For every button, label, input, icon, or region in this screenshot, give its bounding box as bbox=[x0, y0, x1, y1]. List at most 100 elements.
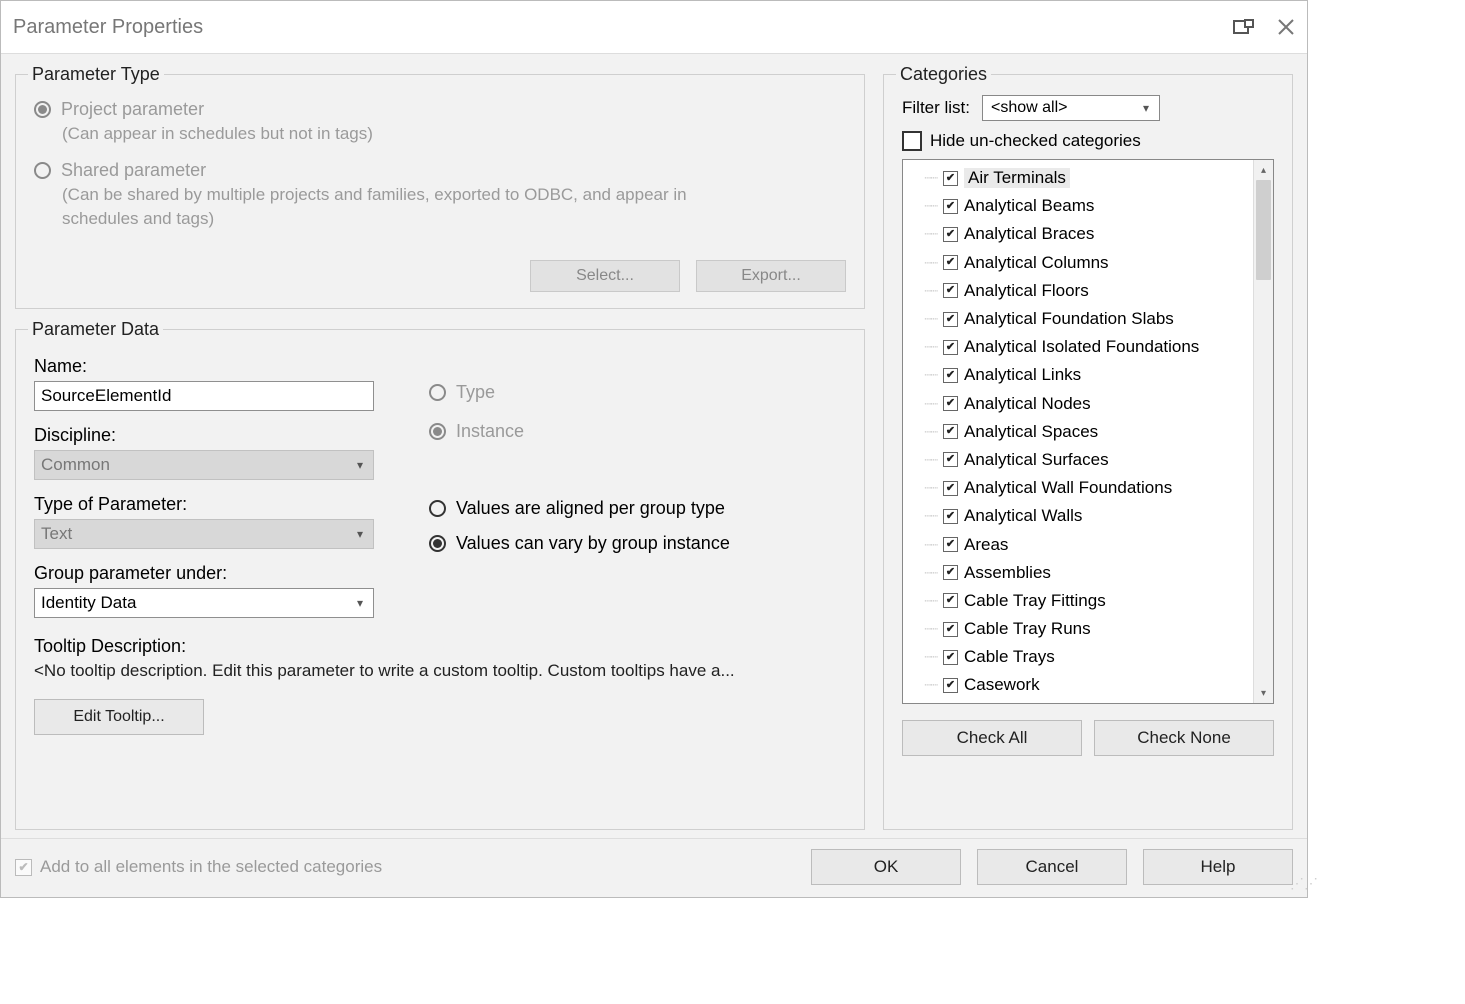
tooltip-label: Tooltip Description: bbox=[34, 636, 846, 657]
dialog-footer: Add to all elements in the selected cate… bbox=[1, 839, 1307, 897]
cancel-button[interactable]: Cancel bbox=[977, 849, 1127, 885]
category-item[interactable]: Air Terminals bbox=[905, 164, 1253, 192]
category-item[interactable]: Analytical Foundation Slabs bbox=[905, 305, 1253, 333]
category-checkbox[interactable] bbox=[943, 622, 958, 637]
discipline-value: Common bbox=[41, 455, 110, 475]
category-checkbox[interactable] bbox=[943, 396, 958, 411]
radio-label: Shared parameter bbox=[61, 160, 206, 181]
help-context-icon[interactable] bbox=[1233, 18, 1255, 36]
scroll-thumb[interactable] bbox=[1256, 180, 1271, 280]
category-label: Analytical Nodes bbox=[964, 394, 1091, 414]
left-pane: Parameter Type Project parameter (Can ap… bbox=[15, 64, 865, 830]
radio-icon bbox=[429, 423, 446, 440]
param-data-left-col: Name: Discipline: Common ▾ Type of Param… bbox=[34, 350, 374, 618]
category-label: Analytical Braces bbox=[964, 224, 1094, 244]
category-label: Analytical Wall Foundations bbox=[964, 478, 1172, 498]
category-checkbox[interactable] bbox=[943, 171, 958, 186]
category-item[interactable]: Analytical Wall Foundations bbox=[905, 474, 1253, 502]
radio-values-vary[interactable]: Values can vary by group instance bbox=[429, 533, 846, 554]
parameter-data-legend: Parameter Data bbox=[28, 319, 163, 340]
name-input[interactable] bbox=[34, 381, 374, 411]
category-checkbox[interactable] bbox=[943, 537, 958, 552]
radio-type: Type bbox=[429, 382, 846, 403]
tree-branch-icon bbox=[909, 594, 937, 608]
scroll-down-icon[interactable]: ▾ bbox=[1254, 683, 1273, 703]
category-label: Assemblies bbox=[964, 563, 1051, 583]
category-item[interactable]: Cable Tray Runs bbox=[905, 615, 1253, 643]
category-checkbox[interactable] bbox=[943, 312, 958, 327]
category-buttons: Check All Check None bbox=[902, 720, 1274, 756]
category-item[interactable]: Cable Tray Fittings bbox=[905, 587, 1253, 615]
tree-scrollbar[interactable]: ▴ ▾ bbox=[1253, 160, 1273, 703]
discipline-label: Discipline: bbox=[34, 425, 374, 446]
category-item[interactable]: Analytical Spaces bbox=[905, 418, 1253, 446]
radio-label: Type bbox=[456, 382, 495, 403]
category-label: Casework bbox=[964, 675, 1040, 695]
category-item[interactable]: Analytical Walls bbox=[905, 502, 1253, 530]
chevron-down-icon: ▾ bbox=[351, 527, 369, 541]
close-icon[interactable] bbox=[1277, 18, 1295, 36]
chevron-down-icon: ▾ bbox=[351, 458, 369, 472]
tree-branch-icon bbox=[909, 622, 937, 636]
category-checkbox[interactable] bbox=[943, 650, 958, 665]
category-item[interactable]: Cable Trays bbox=[905, 643, 1253, 671]
scroll-up-icon[interactable]: ▴ bbox=[1254, 160, 1273, 180]
hide-unchecked-row[interactable]: Hide un-checked categories bbox=[902, 131, 1274, 151]
category-label: Analytical Isolated Foundations bbox=[964, 337, 1199, 357]
radio-icon bbox=[429, 384, 446, 401]
category-label: Analytical Links bbox=[964, 365, 1081, 385]
category-item[interactable]: Areas bbox=[905, 530, 1253, 558]
tree-branch-icon bbox=[909, 678, 937, 692]
edit-tooltip-button[interactable]: Edit Tooltip... bbox=[34, 699, 204, 735]
category-label: Analytical Beams bbox=[964, 196, 1094, 216]
tooltip-description-text: <No tooltip description. Edit this param… bbox=[34, 661, 846, 681]
category-checkbox[interactable] bbox=[943, 199, 958, 214]
tree-branch-icon bbox=[909, 227, 937, 241]
category-checkbox[interactable] bbox=[943, 424, 958, 439]
category-checkbox[interactable] bbox=[943, 593, 958, 608]
category-checkbox[interactable] bbox=[943, 481, 958, 496]
radio-icon bbox=[429, 500, 446, 517]
category-checkbox[interactable] bbox=[943, 509, 958, 524]
category-item[interactable]: Analytical Surfaces bbox=[905, 446, 1253, 474]
category-item[interactable]: Analytical Links bbox=[905, 361, 1253, 389]
category-checkbox[interactable] bbox=[943, 255, 958, 270]
tree-branch-icon bbox=[909, 566, 937, 580]
category-item[interactable]: Analytical Nodes bbox=[905, 390, 1253, 418]
tree-branch-icon bbox=[909, 509, 937, 523]
ok-button[interactable]: OK bbox=[811, 849, 961, 885]
tree-branch-icon bbox=[909, 397, 937, 411]
category-label: Analytical Columns bbox=[964, 253, 1109, 273]
resize-grip-icon[interactable]: ⋰⋰ bbox=[1290, 880, 1306, 896]
category-label: Areas bbox=[964, 535, 1008, 555]
help-button[interactable]: Help bbox=[1143, 849, 1293, 885]
shared-parameter-hint: (Can be shared by multiple projects and … bbox=[62, 183, 702, 231]
category-checkbox[interactable] bbox=[943, 283, 958, 298]
category-item[interactable]: Analytical Braces bbox=[905, 220, 1253, 248]
category-label: Analytical Surfaces bbox=[964, 450, 1109, 470]
category-checkbox[interactable] bbox=[943, 340, 958, 355]
check-all-button[interactable]: Check All bbox=[902, 720, 1082, 756]
category-item[interactable]: Analytical Floors bbox=[905, 277, 1253, 305]
category-checkbox[interactable] bbox=[943, 368, 958, 383]
category-checkbox[interactable] bbox=[943, 227, 958, 242]
category-checkbox[interactable] bbox=[943, 452, 958, 467]
category-checkbox[interactable] bbox=[943, 678, 958, 693]
project-parameter-hint: (Can appear in schedules but not in tags… bbox=[62, 122, 846, 146]
category-checkbox[interactable] bbox=[943, 565, 958, 580]
category-item[interactable]: Analytical Beams bbox=[905, 192, 1253, 220]
filter-list-combo[interactable]: <show all> ▾ bbox=[982, 95, 1160, 121]
radio-values-aligned[interactable]: Values are aligned per group type bbox=[429, 498, 846, 519]
param-type-buttons: Select... Export... bbox=[34, 260, 846, 292]
category-item[interactable]: Casework bbox=[905, 671, 1253, 699]
tree-branch-icon bbox=[909, 340, 937, 354]
type-of-parameter-value: Text bbox=[41, 524, 72, 544]
category-item[interactable]: Assemblies bbox=[905, 559, 1253, 587]
hide-unchecked-checkbox[interactable] bbox=[902, 131, 922, 151]
category-label: Analytical Spaces bbox=[964, 422, 1098, 442]
check-none-button[interactable]: Check None bbox=[1094, 720, 1274, 756]
category-item[interactable]: Analytical Isolated Foundations bbox=[905, 333, 1253, 361]
category-item[interactable]: Analytical Columns bbox=[905, 249, 1253, 277]
name-label: Name: bbox=[34, 356, 374, 377]
group-under-select[interactable]: Identity Data ▾ bbox=[34, 588, 374, 618]
